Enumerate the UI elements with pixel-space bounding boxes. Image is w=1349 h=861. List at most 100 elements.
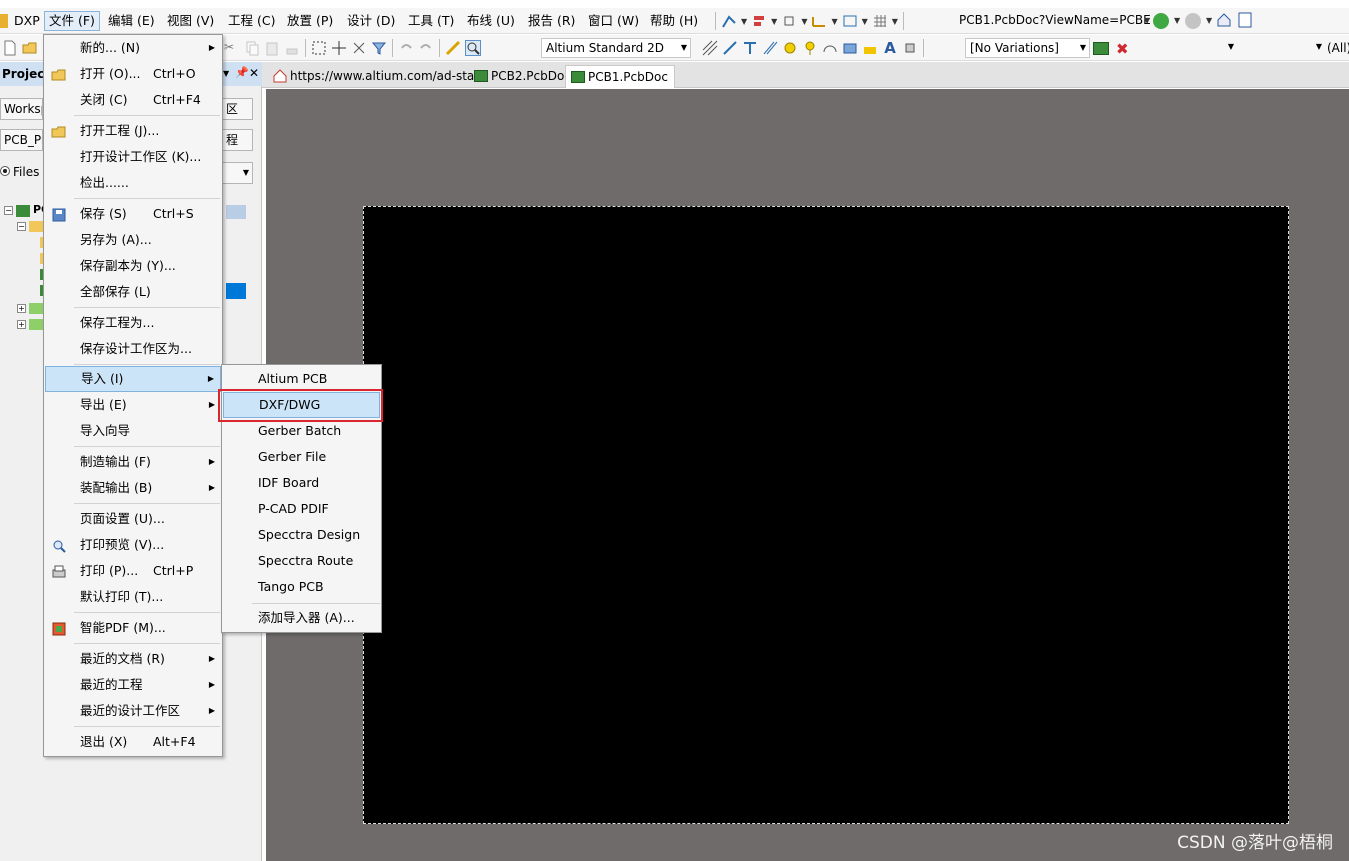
polygon-pour-icon[interactable] <box>862 40 878 56</box>
scissors-icon[interactable]: ✂ <box>224 40 240 56</box>
tree-expander[interactable]: + <box>17 320 26 329</box>
menu-item-fab-outputs[interactable]: 制造输出 (F) ▶ <box>45 449 221 475</box>
menu-item-assembly-outputs[interactable]: 装配输出 (B) ▶ <box>45 475 221 501</box>
menu-reports[interactable]: 报告 (R) <box>524 11 579 31</box>
menu-item-save-copy-as[interactable]: 保存副本为 (Y)... <box>45 253 221 279</box>
fill-icon[interactable] <box>842 40 858 56</box>
tree-expander[interactable]: − <box>4 206 13 215</box>
add-importer[interactable]: 添加导入器 (A)... <box>223 605 380 631</box>
menu-item-print-preview[interactable]: 打印预览 (V)... <box>45 532 221 558</box>
menu-tools[interactable]: 工具 (T) <box>404 11 458 31</box>
workspace-button[interactable]: Workspa <box>0 98 43 120</box>
route-wire-icon[interactable] <box>722 40 738 56</box>
menu-edit[interactable]: 编辑 (E) <box>104 11 159 31</box>
string-text-icon[interactable]: A <box>882 40 898 56</box>
menu-item-default-print[interactable]: 默认打印 (T)... <box>45 584 221 610</box>
menu-item-save[interactable]: 保存 (S) Ctrl+S <box>45 201 221 227</box>
import-specctra-design[interactable]: Specctra Design <box>223 522 380 548</box>
tab-altium-start[interactable]: https://www.altium.com/ad-start/ <box>268 65 494 88</box>
import-pcad-pdif[interactable]: P-CAD PDIF <box>223 496 380 522</box>
back-dropdown-icon[interactable]: ▼ <box>1174 16 1180 25</box>
filter-select-2[interactable]: ▼ <box>1240 38 1325 58</box>
menu-view[interactable]: 视图 (V) <box>163 11 218 31</box>
tab-pcb2[interactable]: PCB2.PcbDoc <box>469 65 577 88</box>
menu-item-smart-pdf[interactable]: 智能PDF (M)... <box>45 615 221 641</box>
menu-item-checkout[interactable]: 检出...... <box>45 170 221 196</box>
menu-item-recent-workspaces[interactable]: 最近的设计工作区 ▶ <box>45 698 221 724</box>
project-right-button[interactable]: 程 <box>222 129 253 151</box>
files-radio[interactable] <box>0 166 10 176</box>
project-button[interactable]: PCB_Pro <box>0 129 43 151</box>
forward-icon[interactable] <box>1185 13 1201 29</box>
structure-dropdown-icon[interactable]: ▼ <box>222 162 253 184</box>
align-icon[interactable] <box>751 13 767 29</box>
menu-item-recent-projects[interactable]: 最近的工程 ▶ <box>45 672 221 698</box>
component-icon[interactable] <box>781 13 797 29</box>
forward-dropdown-icon[interactable]: ▼ <box>1206 16 1212 25</box>
pcb-board[interactable] <box>363 206 1289 824</box>
board-icon[interactable] <box>1093 42 1109 55</box>
back-icon[interactable] <box>1153 13 1169 29</box>
menu-item-page-setup[interactable]: 页面设置 (U)... <box>45 506 221 532</box>
clear-filter-icon[interactable] <box>371 40 387 56</box>
pad-icon[interactable] <box>782 40 798 56</box>
panel-dropdown-icon[interactable]: ▼ <box>223 69 229 78</box>
favorites-icon[interactable] <box>1238 12 1252 31</box>
copy-icon[interactable] <box>244 40 260 56</box>
url-combo-arrow[interactable]: ▼ <box>1144 16 1150 25</box>
workspace-right-button[interactable]: 区 <box>222 98 253 120</box>
open-folder-icon[interactable] <box>22 40 38 56</box>
url-combo[interactable]: PCB1.PcbDoc?ViewName=PCBE <box>955 11 1150 31</box>
clear-mask-icon[interactable]: ✖ <box>1116 40 1129 58</box>
menu-item-print[interactable]: 打印 (P)... Ctrl+P <box>45 558 221 584</box>
tree-expander[interactable]: + <box>17 304 26 313</box>
place-component-icon[interactable] <box>902 40 918 56</box>
menu-design[interactable]: 设计 (D) <box>343 11 399 31</box>
grid-icon[interactable] <box>872 13 888 29</box>
menu-item-new[interactable]: 新的... (N) ▶ <box>45 35 221 61</box>
menu-window[interactable]: 窗口 (W) <box>584 11 643 31</box>
multi-route-icon[interactable] <box>742 40 758 56</box>
via-icon[interactable] <box>802 40 818 56</box>
menu-item-open[interactable]: 打开 (O)... Ctrl+O <box>45 61 221 87</box>
interactive-route-icon[interactable] <box>721 13 737 29</box>
menu-file[interactable]: 文件 (F) <box>44 11 100 31</box>
room-icon[interactable] <box>842 13 858 29</box>
import-idf-board[interactable]: IDF Board <box>223 470 380 496</box>
menu-project[interactable]: 工程 (C) <box>224 11 279 31</box>
menu-item-import[interactable]: 导入 (I) ▶ <box>45 366 221 392</box>
menu-help[interactable]: 帮助 (H) <box>646 11 702 31</box>
home-icon[interactable] <box>1216 12 1232 31</box>
menu-item-exit[interactable]: 退出 (X) Alt+F4 <box>45 729 221 755</box>
filter-select-1[interactable]: ▼ <box>1145 38 1237 58</box>
arc-icon[interactable] <box>822 40 838 56</box>
deselect-icon[interactable] <box>351 40 367 56</box>
tab-pcb1[interactable]: PCB1.PcbDoc <box>565 65 675 88</box>
select-area-icon[interactable] <box>311 40 327 56</box>
menu-dxp[interactable]: DXP <box>10 11 44 31</box>
import-gerber-file[interactable]: Gerber File <box>223 444 380 470</box>
view-mode-select[interactable]: Altium Standard 2D ▼ <box>541 38 691 58</box>
menu-item-close[interactable]: 关闭 (C) Ctrl+F4 <box>45 87 221 113</box>
redo-icon[interactable] <box>418 40 434 56</box>
menu-item-export[interactable]: 导出 (E) ▶ <box>45 392 221 418</box>
dimension-icon[interactable] <box>811 13 827 29</box>
menu-item-save-all[interactable]: 全部保存 (L) <box>45 279 221 305</box>
menu-place[interactable]: 放置 (P) <box>283 11 337 31</box>
menu-item-recent-docs[interactable]: 最近的文档 (R) ▶ <box>45 646 221 672</box>
diff-pair-icon[interactable] <box>762 40 778 56</box>
menu-item-save-as[interactable]: 另存为 (A)... <box>45 227 221 253</box>
panel-close-icon[interactable]: ✕ <box>249 66 259 80</box>
browse-components-icon[interactable] <box>465 40 481 56</box>
menu-item-save-workspace-as[interactable]: 保存设计工作区为... <box>45 336 221 362</box>
new-document-icon[interactable] <box>2 40 18 56</box>
paste-icon[interactable] <box>264 40 280 56</box>
menu-item-save-project-as[interactable]: 保存工程为... <box>45 310 221 336</box>
menu-item-import-wizard[interactable]: 导入向导 <box>45 418 221 444</box>
tree-expander[interactable]: − <box>17 222 26 231</box>
rubber-stamp-icon[interactable] <box>284 40 300 56</box>
menu-item-open-workspace[interactable]: 打开设计工作区 (K)... <box>45 144 221 170</box>
move-icon[interactable] <box>331 40 347 56</box>
import-specctra-route[interactable]: Specctra Route <box>223 548 380 574</box>
menu-route[interactable]: 布线 (U) <box>463 11 519 31</box>
